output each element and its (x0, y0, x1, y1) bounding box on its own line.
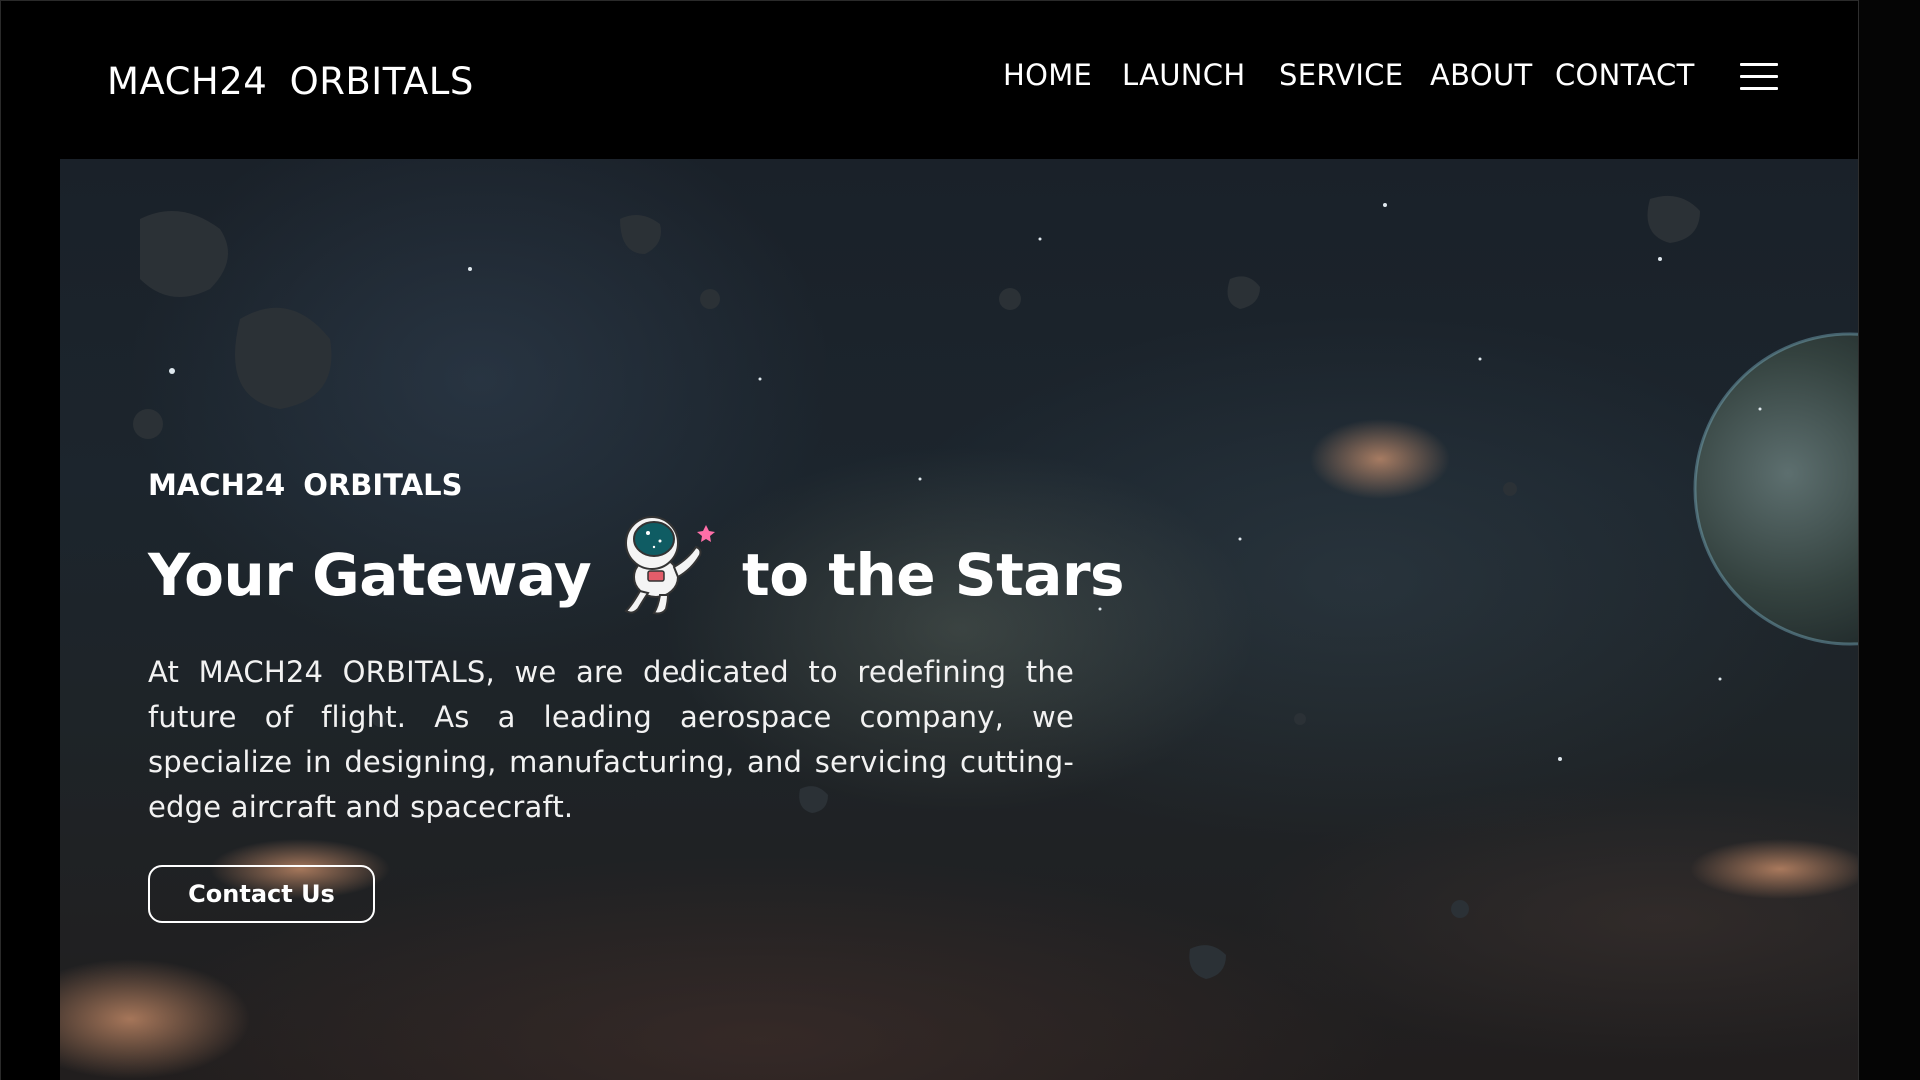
hamburger-menu-icon[interactable] (1740, 63, 1778, 91)
nebula-glow (1310, 419, 1450, 499)
nav-launch[interactable]: LAUNCH (1122, 58, 1245, 92)
hero-headline: Your Gateway to the Stars (148, 509, 1125, 629)
nav-home[interactable]: HOME (1003, 58, 1092, 92)
brand-logo[interactable]: MACH24 ORBITALS (107, 60, 474, 103)
hamburger-line (1740, 63, 1778, 66)
nebula-glow (60, 959, 250, 1079)
hamburger-line (1740, 75, 1778, 78)
hero-section: MACH24 ORBITALS Your Gateway to the Star… (60, 159, 1858, 1080)
nav-about[interactable]: ABOUT (1430, 58, 1533, 92)
navbar: MACH24 ORBITALS HOME LAUNCH SERVICE ABOU… (0, 0, 1858, 159)
hamburger-line (1740, 87, 1778, 90)
astronaut-icon (624, 516, 715, 615)
nebula-glow (1690, 839, 1858, 899)
page: MACH24 ORBITALS HOME LAUNCH SERVICE ABOU… (0, 0, 1920, 1080)
nav-service[interactable]: SERVICE (1279, 58, 1403, 92)
headline-part-1: Your Gateway (148, 541, 592, 609)
left-border (0, 0, 1, 1080)
right-gutter (1859, 0, 1920, 1080)
nav-contact[interactable]: CONTACT (1555, 58, 1695, 92)
hero-eyebrow: MACH24 ORBITALS (148, 468, 463, 502)
headline-part-2: to the Stars (742, 541, 1125, 609)
planet (1693, 332, 1858, 646)
contact-us-button[interactable]: Contact Us (148, 865, 375, 923)
hero-description: At MACH24 ORBITALS, we are dedicated to … (148, 655, 1074, 824)
